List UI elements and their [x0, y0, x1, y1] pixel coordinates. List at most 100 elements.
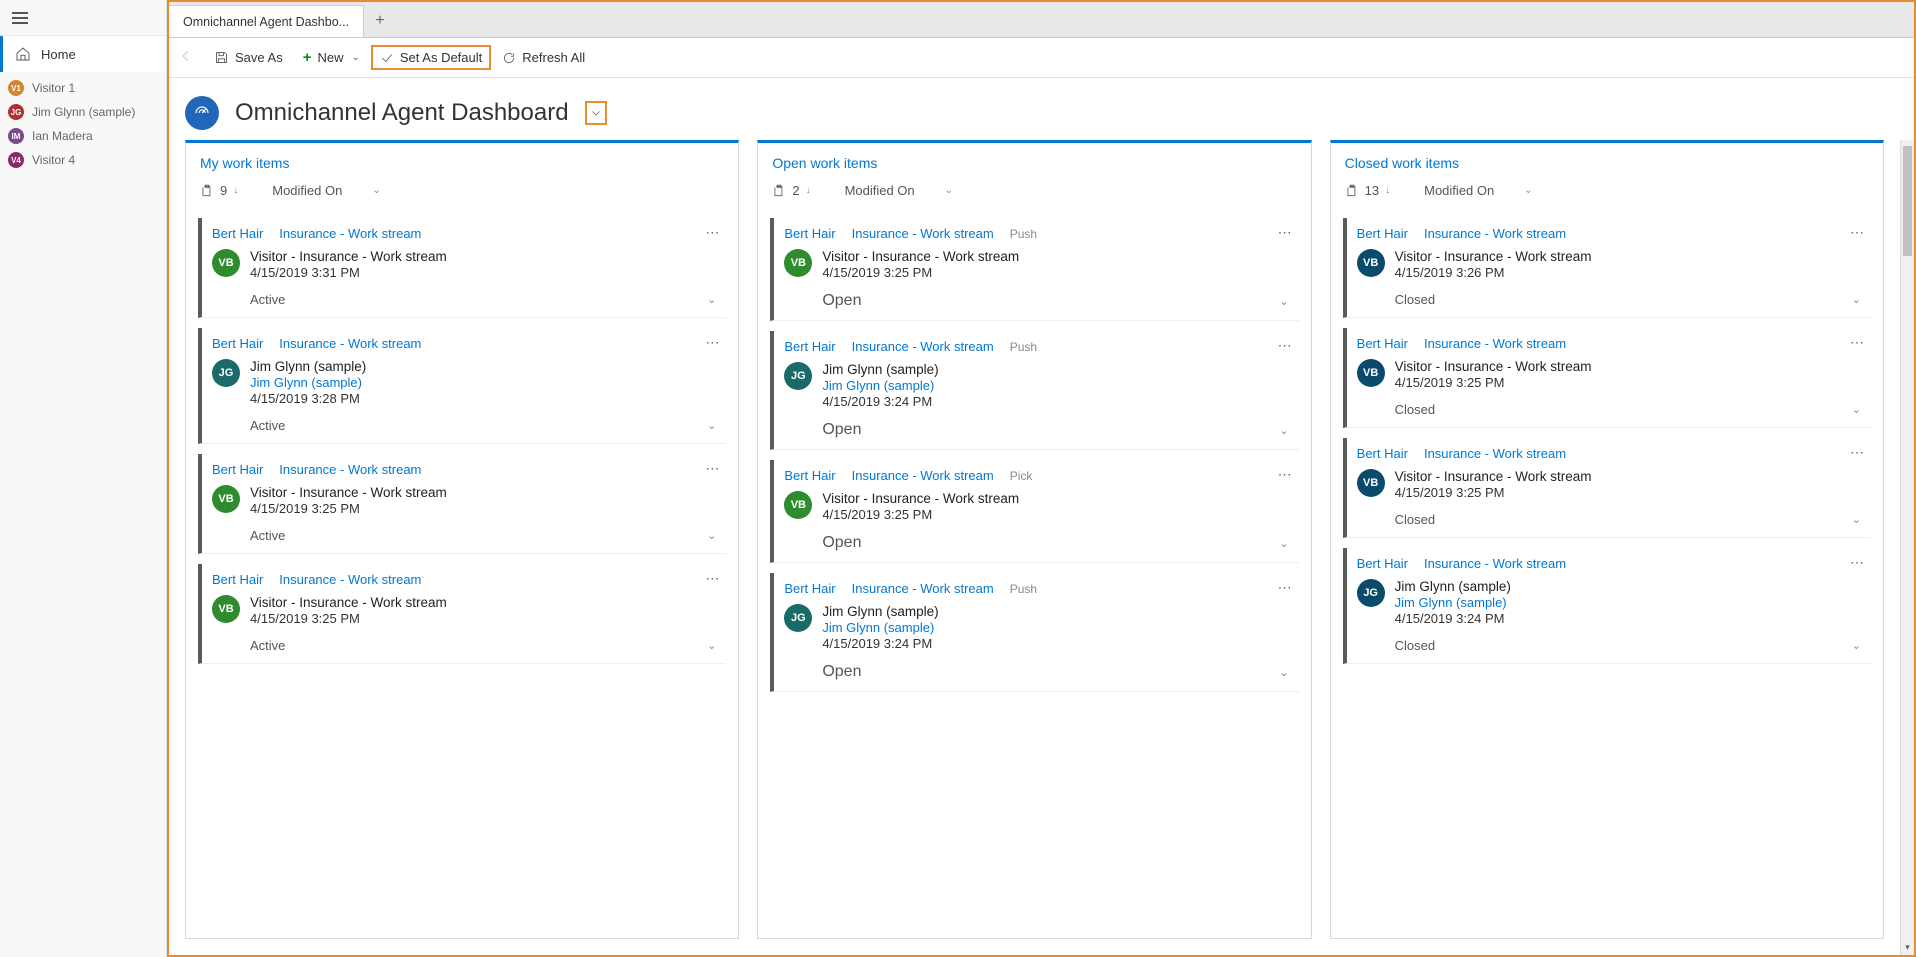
tab-dashboard[interactable]: Omnichannel Agent Dashbo... — [169, 5, 364, 37]
card-owner-link[interactable]: Bert Hair — [1357, 226, 1408, 241]
card-stream-link[interactable]: Insurance - Work stream — [852, 339, 994, 354]
work-item-card[interactable]: ⋯ Bert Hair Insurance - Work stream VB V… — [1343, 438, 1871, 538]
card-owner-link[interactable]: Bert Hair — [1357, 446, 1408, 461]
scrollbar[interactable]: ▾ — [1900, 140, 1914, 955]
card-more-icon[interactable]: ⋯ — [1278, 224, 1293, 241]
card-stream-link[interactable]: Insurance - Work stream — [852, 468, 994, 483]
card-status-row[interactable]: Active ⌄ — [212, 522, 716, 553]
card-status-row[interactable]: Open ⌄ — [784, 528, 1288, 562]
hamburger-icon[interactable] — [12, 12, 28, 24]
scroll-down-icon[interactable]: ▾ — [1901, 942, 1914, 953]
card-status-row[interactable]: Active ⌄ — [212, 632, 716, 663]
conversation-item[interactable]: JGJim Glynn (sample) — [0, 100, 166, 124]
card-status-row[interactable]: Active ⌄ — [212, 286, 716, 317]
refresh-all-button[interactable]: Refresh All — [493, 45, 594, 70]
card-status-row[interactable]: Open ⌄ — [784, 657, 1288, 691]
tab-strip: Omnichannel Agent Dashbo... + — [169, 2, 1914, 38]
chevron-down-icon: ⌄ — [707, 419, 716, 432]
card-status-row[interactable]: Closed ⌄ — [1357, 506, 1861, 537]
card-status-row[interactable]: Open ⌄ — [784, 415, 1288, 449]
tab-add-button[interactable]: + — [364, 5, 396, 37]
dashboard-title: Omnichannel Agent Dashboard — [235, 99, 569, 127]
card-owner-link[interactable]: Bert Hair — [212, 226, 263, 241]
card-title: Jim Glynn (sample) — [822, 362, 938, 377]
card-owner-link[interactable]: Bert Hair — [784, 226, 835, 241]
card-contact-link[interactable]: Jim Glynn (sample) — [1395, 595, 1511, 610]
chevron-down-icon: ⌄ — [1279, 666, 1288, 679]
avatar: IM — [8, 128, 24, 144]
card-more-icon[interactable]: ⋯ — [1850, 334, 1865, 351]
work-item-card[interactable]: ⋯ Bert Hair Insurance - Work stream VB V… — [198, 218, 726, 318]
card-status-row[interactable]: Closed ⌄ — [1357, 396, 1861, 427]
conversation-item[interactable]: IMIan Madera — [0, 124, 166, 148]
work-item-card[interactable]: ⋯ Bert Hair Insurance - Work stream Push… — [770, 331, 1298, 450]
card-date: 4/15/2019 3:24 PM — [1395, 611, 1511, 626]
card-owner-link[interactable]: Bert Hair — [212, 462, 263, 477]
work-item-card[interactable]: ⋯ Bert Hair Insurance - Work stream Push… — [770, 218, 1298, 321]
card-stream-link[interactable]: Insurance - Work stream — [1424, 556, 1566, 571]
dashboard-selector[interactable] — [585, 101, 607, 125]
card-status-row[interactable]: Closed ⌄ — [1357, 286, 1861, 317]
card-stream-link[interactable]: Insurance - Work stream — [279, 336, 421, 351]
card-more-icon[interactable]: ⋯ — [1850, 554, 1865, 571]
card-owner-link[interactable]: Bert Hair — [212, 336, 263, 351]
work-item-card[interactable]: ⋯ Bert Hair Insurance - Work stream VB V… — [1343, 218, 1871, 318]
card-status-row[interactable]: Active ⌄ — [212, 412, 716, 443]
work-item-card[interactable]: ⋯ Bert Hair Insurance - Work stream VB V… — [198, 564, 726, 664]
card-stream-link[interactable]: Insurance - Work stream — [852, 581, 994, 596]
card-owner-link[interactable]: Bert Hair — [784, 339, 835, 354]
save-as-button[interactable]: Save As — [205, 45, 292, 70]
card-title: Visitor - Insurance - Work stream — [1395, 249, 1592, 264]
card-owner-link[interactable]: Bert Hair — [1357, 336, 1408, 351]
card-list: ⋯ Bert Hair Insurance - Work stream VB V… — [1331, 208, 1883, 938]
card-more-icon[interactable]: ⋯ — [1278, 579, 1293, 596]
work-item-card[interactable]: ⋯ Bert Hair Insurance - Work stream VB V… — [198, 454, 726, 554]
card-owner-link[interactable]: Bert Hair — [212, 572, 263, 587]
card-contact-link[interactable]: Jim Glynn (sample) — [822, 620, 938, 635]
card-status-row[interactable]: Closed ⌄ — [1357, 632, 1861, 663]
conversation-item[interactable]: V1Visitor 1 — [0, 76, 166, 100]
conversation-item[interactable]: V4Visitor 4 — [0, 148, 166, 172]
new-button[interactable]: + New ⌄ — [294, 44, 369, 71]
toolbar: Save As + New ⌄ Set As Default Refresh A… — [169, 38, 1914, 78]
card-stream-link[interactable]: Insurance - Work stream — [852, 226, 994, 241]
card-more-icon[interactable]: ⋯ — [705, 570, 720, 587]
card-stream-link[interactable]: Insurance - Work stream — [279, 226, 421, 241]
card-contact-link[interactable]: Jim Glynn (sample) — [250, 375, 366, 390]
avatar: VB — [784, 491, 812, 519]
card-stream-link[interactable]: Insurance - Work stream — [1424, 446, 1566, 461]
column-sort[interactable]: Modified On ⌄ — [1404, 183, 1532, 198]
scrollbar-thumb[interactable] — [1903, 146, 1912, 256]
card-contact-link[interactable]: Jim Glynn (sample) — [822, 378, 938, 393]
card-more-icon[interactable]: ⋯ — [1278, 337, 1293, 354]
card-more-icon[interactable]: ⋯ — [705, 224, 720, 241]
card-stream-link[interactable]: Insurance - Work stream — [1424, 336, 1566, 351]
card-stream-link[interactable]: Insurance - Work stream — [279, 572, 421, 587]
dashboard-header: Omnichannel Agent Dashboard — [169, 78, 1914, 140]
card-more-icon[interactable]: ⋯ — [705, 334, 720, 351]
work-item-card[interactable]: ⋯ Bert Hair Insurance - Work stream JG J… — [198, 328, 726, 444]
card-more-icon[interactable]: ⋯ — [1278, 466, 1293, 483]
card-owner-link[interactable]: Bert Hair — [784, 581, 835, 596]
work-item-card[interactable]: ⋯ Bert Hair Insurance - Work stream Pick… — [770, 460, 1298, 563]
back-button[interactable] — [177, 49, 203, 66]
column-sort[interactable]: Modified On ⌄ — [825, 183, 953, 198]
card-owner-link[interactable]: Bert Hair — [1357, 556, 1408, 571]
card-owner-link[interactable]: Bert Hair — [784, 468, 835, 483]
card-more-icon[interactable]: ⋯ — [1850, 444, 1865, 461]
chevron-down-icon: ⌄ — [1279, 424, 1288, 437]
card-more-icon[interactable]: ⋯ — [705, 460, 720, 477]
work-item-card[interactable]: ⋯ Bert Hair Insurance - Work stream Push… — [770, 573, 1298, 692]
nav-home[interactable]: Home — [0, 36, 166, 72]
new-label: New — [317, 50, 343, 65]
card-date: 4/15/2019 3:25 PM — [822, 265, 1019, 280]
card-stream-link[interactable]: Insurance - Work stream — [279, 462, 421, 477]
work-item-card[interactable]: ⋯ Bert Hair Insurance - Work stream JG J… — [1343, 548, 1871, 664]
card-stream-link[interactable]: Insurance - Work stream — [1424, 226, 1566, 241]
work-item-card[interactable]: ⋯ Bert Hair Insurance - Work stream VB V… — [1343, 328, 1871, 428]
set-default-button[interactable]: Set As Default — [371, 45, 491, 70]
column-sort[interactable]: Modified On ⌄ — [252, 183, 380, 198]
card-date: 4/15/2019 3:26 PM — [1395, 265, 1592, 280]
card-more-icon[interactable]: ⋯ — [1850, 224, 1865, 241]
card-status-row[interactable]: Open ⌄ — [784, 286, 1288, 320]
